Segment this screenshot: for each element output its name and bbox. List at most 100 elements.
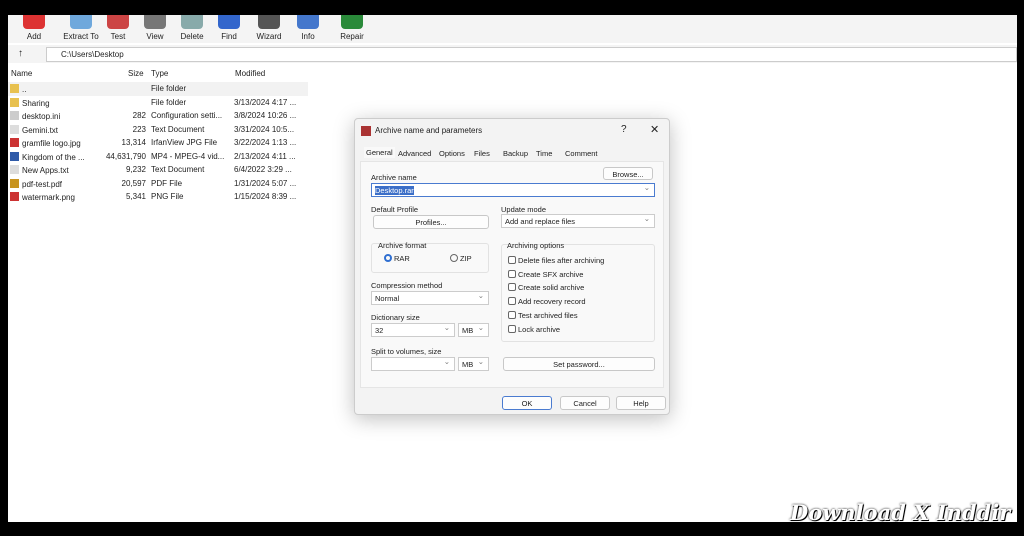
- rar-label: RAR: [394, 254, 410, 263]
- option-checkbox[interactable]: Delete files after archiving: [508, 256, 604, 265]
- path-input[interactable]: C:\Users\Desktop: [46, 47, 1017, 62]
- watermark-logo: Download X Inddir: [790, 500, 1011, 525]
- split-select[interactable]: [371, 357, 455, 371]
- toolbar-label: Add: [26, 32, 42, 41]
- file-modified: 3/8/2024 10:26 ...: [234, 111, 297, 120]
- folder-icon: [10, 97, 19, 107]
- archiving-options-label: Archiving options: [507, 241, 565, 250]
- file-row[interactable]: watermark.png 5,341 PNG File 1/15/2024 8:39…: [8, 190, 308, 204]
- file-type: MP4 - MPEG-4 vid...: [151, 151, 225, 161]
- toolbar-find-button[interactable]: Find: [207, 15, 251, 41]
- checkbox-icon[interactable]: [508, 283, 516, 292]
- split-unit-select[interactable]: MB: [458, 357, 489, 371]
- checkbox-icon[interactable]: [508, 310, 516, 319]
- image-file-icon: [10, 138, 19, 147]
- toolbar-label: Wizard: [256, 32, 282, 41]
- up-arrow-icon[interactable]: ↑: [18, 48, 23, 59]
- help-button[interactable]: Help: [616, 396, 666, 410]
- file-row[interactable]: Gemini.txt 223 Text Document 3/31/2024 10:5…: [8, 123, 308, 137]
- checkbox-icon[interactable]: [508, 256, 516, 264]
- file-modified: 2/13/2024 4:11 ...: [234, 151, 296, 161]
- toolbar-label: Info: [301, 32, 315, 41]
- cancel-button[interactable]: Cancel: [560, 396, 610, 410]
- toolbar-wizard-button[interactable]: Wizard: [247, 15, 291, 41]
- ok-button[interactable]: OK: [502, 396, 552, 410]
- rar-radio[interactable]: [384, 254, 392, 262]
- profiles-button[interactable]: Profiles...: [373, 215, 489, 229]
- file-size: 44,631,790: [105, 151, 146, 161]
- col-type[interactable]: Type: [151, 69, 168, 78]
- file-name: ..: [10, 84, 26, 94]
- checkbox-icon[interactable]: [508, 297, 516, 306]
- text-file-icon: [10, 124, 19, 134]
- file-name: desktop.ini: [10, 111, 60, 121]
- tab-general[interactable]: General: [364, 147, 395, 158]
- file-type: Text Document: [151, 165, 205, 174]
- file-modified: 3/31/2024 10:5...: [234, 124, 295, 134]
- file-row[interactable]: pdf-test.pdf 20,597 PDF File 1/31/2024 5:07…: [8, 177, 308, 191]
- checkbox-icon[interactable]: [508, 324, 516, 333]
- col-modified[interactable]: Modified: [235, 69, 265, 78]
- file-row[interactable]: Sharing File folder 3/13/2024 4:17 ...: [8, 96, 308, 110]
- toolbar-info-button[interactable]: Info: [286, 15, 330, 41]
- update-mode-select[interactable]: Add and replace files: [501, 214, 655, 228]
- default-profile-label: Default Profile: [371, 205, 419, 214]
- file-row[interactable]: Kingdom of the ... 44,631,790 MP4 - MPEG-4…: [8, 150, 308, 164]
- file-modified: 1/15/2024 8:39 ...: [234, 192, 297, 201]
- file-size: 223: [132, 124, 146, 134]
- dictionary-unit-select[interactable]: MB: [458, 323, 489, 337]
- option-checkbox[interactable]: Add recovery record: [508, 297, 586, 306]
- option-checkbox[interactable]: Create solid archive: [508, 283, 584, 292]
- tab-backup[interactable]: Backup: [503, 149, 528, 158]
- zip-radio[interactable]: [450, 254, 458, 262]
- video-file-icon: [10, 151, 19, 161]
- file-type: PDF File: [151, 178, 183, 188]
- file-name: Sharing: [10, 97, 50, 108]
- file-row[interactable]: desktop.ini 282 Configuration setti... 3/8/…: [8, 109, 308, 123]
- tab-comment[interactable]: Comment: [565, 149, 598, 158]
- zip-label: ZIP: [460, 254, 472, 263]
- file-modified: 1/31/2024 5:07 ...: [234, 178, 297, 188]
- file-name: Gemini.txt: [10, 124, 58, 135]
- wizard-icon: [258, 15, 280, 29]
- file-type: Text Document: [151, 124, 205, 134]
- settings-file-icon: [10, 111, 19, 120]
- file-row[interactable]: .. File folder: [8, 82, 308, 96]
- browse-button[interactable]: Browse...: [603, 167, 653, 180]
- compression-select[interactable]: Normal: [371, 291, 489, 305]
- file-type: Configuration setti...: [151, 111, 223, 120]
- toolbar: Add Extract To Test View Delete Find Wizard Inf…: [8, 15, 1017, 43]
- option-checkbox[interactable]: Lock archive: [508, 324, 560, 334]
- option-checkbox[interactable]: Create SFX archive: [508, 269, 583, 279]
- tab-advanced[interactable]: Advanced: [398, 149, 431, 158]
- close-icon[interactable]: ✕: [650, 123, 659, 136]
- file-row[interactable]: New Apps.txt 9,232 Text Document 6/4/2022 3…: [8, 163, 308, 177]
- tab-time[interactable]: Time: [536, 149, 552, 158]
- file-type: PNG File: [151, 192, 184, 201]
- image-file-icon: [10, 192, 19, 201]
- file-list-header: Name Size Type Modified: [8, 65, 308, 81]
- test-icon: [107, 15, 129, 29]
- repair-icon: [341, 15, 363, 29]
- col-name[interactable]: Name: [11, 69, 32, 78]
- file-row[interactable]: gramfile logo.jpg 13,314 IrfanView JPG Fil…: [8, 136, 308, 150]
- toolbar-add-button[interactable]: Add: [12, 15, 56, 41]
- dialog-title: Archive name and parameters: [375, 126, 483, 135]
- dictionary-label: Dictionary size: [371, 313, 420, 322]
- tab-files[interactable]: Files: [474, 149, 490, 158]
- tab-options[interactable]: Options: [439, 149, 465, 158]
- add-archive-icon: [23, 15, 45, 29]
- address-bar: ↑ C:\Users\Desktop: [8, 45, 1017, 63]
- toolbar-label: Repair: [340, 32, 364, 41]
- dictionary-select[interactable]: 32: [371, 323, 455, 337]
- set-password-button[interactable]: Set password...: [503, 357, 655, 371]
- option-checkbox[interactable]: Test archived files: [508, 310, 578, 320]
- file-modified: 3/22/2024 1:13 ...: [234, 138, 297, 147]
- checkbox-icon[interactable]: [508, 269, 516, 278]
- toolbar-repair-button[interactable]: Repair: [330, 15, 374, 41]
- col-size[interactable]: Size: [128, 69, 144, 78]
- file-type: File folder: [151, 84, 187, 93]
- split-label: Split to volumes, size: [371, 347, 442, 356]
- archive-name-input[interactable]: Desktop.rar: [371, 183, 655, 197]
- help-icon[interactable]: ?: [621, 124, 627, 135]
